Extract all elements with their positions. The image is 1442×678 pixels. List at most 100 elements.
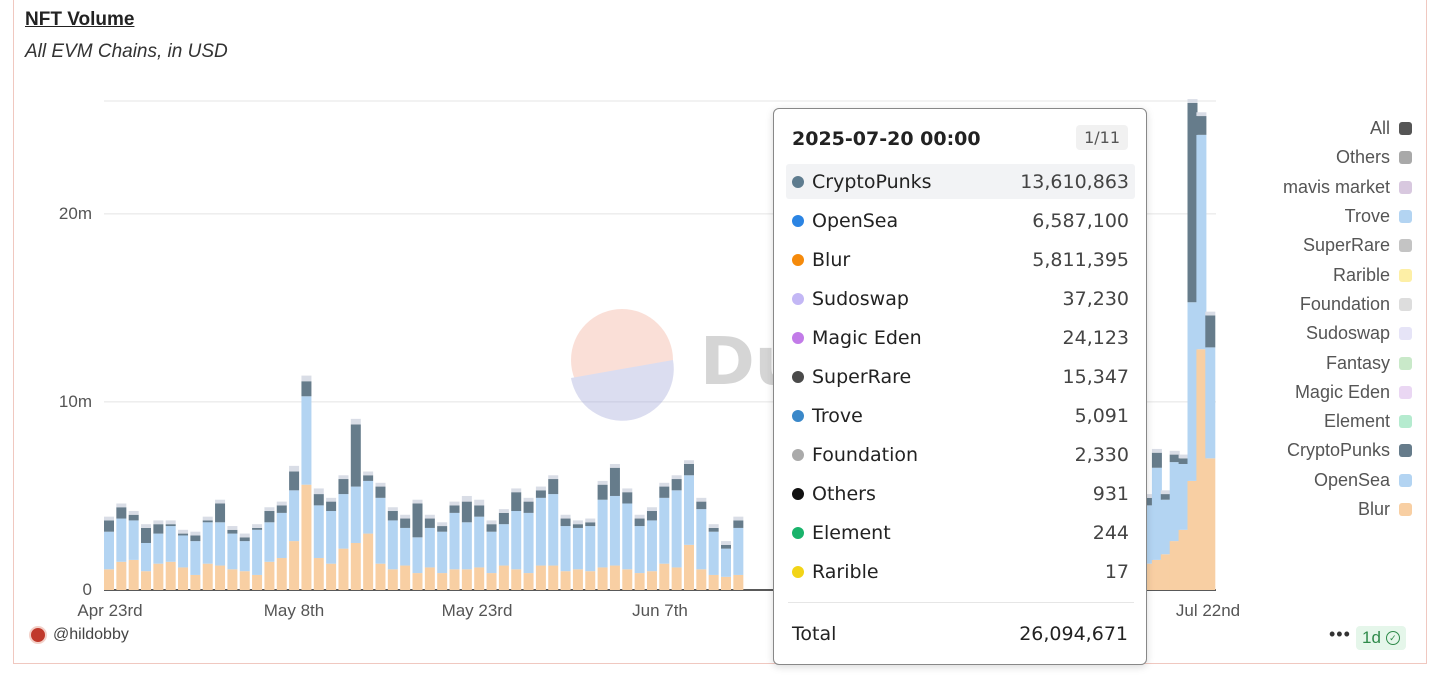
bar-segment-blur — [609, 565, 620, 590]
series-dot-icon — [792, 175, 804, 188]
bar-segment-cryptopunks — [202, 520, 213, 523]
bar-segment-opensea — [239, 541, 250, 572]
bar-segment-opensea — [153, 533, 164, 564]
bar-segment-others — [461, 495, 472, 502]
bar-segment-opensea — [350, 486, 361, 543]
bar-segment-cryptopunks — [572, 524, 583, 528]
legend-label: SuperRare — [1302, 235, 1390, 256]
author-handle: @hildobby — [53, 626, 129, 643]
tooltip-series-name: CryptoPunks — [812, 170, 932, 193]
legend-swatch — [1399, 151, 1412, 165]
tooltip-total-value: 26,094,671 — [1019, 623, 1128, 645]
legend-item[interactable]: Blur — [1182, 495, 1412, 524]
legend-label: Others — [1335, 147, 1390, 168]
x-tick-label: May 23rd — [442, 601, 513, 620]
legend-label: Foundation — [1299, 293, 1390, 314]
legend-item[interactable]: Others — [1182, 143, 1412, 172]
bar-segment-opensea — [597, 499, 608, 568]
series-dot-icon — [792, 214, 804, 227]
bar-segment-cryptopunks — [548, 479, 559, 495]
check-circle-icon: ✓ — [1385, 631, 1400, 645]
bar-segment-others — [634, 514, 645, 519]
bar-segment-blur — [659, 563, 670, 590]
legend-item[interactable]: Sudoswap — [1182, 319, 1412, 348]
bar-segment-cryptopunks — [301, 381, 312, 397]
legend-item[interactable]: Rarible — [1182, 260, 1412, 289]
legend-label: Element — [1323, 411, 1390, 432]
legend-item[interactable]: All — [1182, 114, 1412, 143]
bar-segment-cryptopunks — [560, 518, 571, 527]
tooltip-series-name: Sudoswap — [812, 287, 909, 310]
legend-item[interactable]: OpenSea — [1182, 466, 1412, 495]
bar-segment-opensea — [128, 520, 139, 560]
bar-segment-cryptopunks — [461, 501, 472, 523]
bar-segment-opensea — [400, 527, 411, 566]
ellipsis-icon[interactable]: ••• — [1329, 624, 1351, 645]
bar-segment-cryptopunks — [597, 484, 608, 500]
legend-item[interactable]: Trove — [1182, 202, 1412, 231]
legend-swatch — [1399, 210, 1412, 224]
bar-segment-others — [597, 480, 608, 485]
bar-segment-cryptopunks — [486, 524, 497, 532]
legend-swatch — [1399, 415, 1412, 429]
bar-segment-opensea — [276, 512, 287, 559]
bar-segment-blur — [683, 544, 694, 590]
legend: All Others mavis market Trove SuperRare Rarib… — [1182, 114, 1412, 524]
legend-label: mavis market — [1282, 176, 1390, 197]
bar-segment-opensea — [289, 490, 300, 542]
bar-segment-blur — [178, 567, 189, 590]
bar-segment-blur — [313, 558, 324, 590]
bar-segment-cryptopunks — [128, 514, 139, 521]
x-tick-label: Apr 23rd — [77, 601, 142, 620]
bar-segment-cryptopunks — [178, 533, 189, 536]
legend-swatch — [1399, 444, 1412, 458]
author-link[interactable]: @hildobby — [29, 626, 129, 644]
legend-item[interactable]: CryptoPunks — [1182, 436, 1412, 465]
tooltip-series-value: 6,587,100 — [1032, 209, 1129, 232]
bar-segment-opensea — [486, 531, 497, 574]
bar-segment-others — [659, 482, 670, 487]
bar-segment-others — [511, 488, 522, 493]
bar-segment-blur — [104, 569, 114, 590]
tooltip-series-name: Blur — [812, 248, 851, 271]
bar-segment-cryptopunks — [424, 518, 435, 528]
legend-item[interactable]: Magic Eden — [1182, 378, 1412, 407]
bar-segment-blur — [461, 569, 472, 590]
legend-swatch — [1399, 473, 1412, 487]
legend-label: Blur — [1357, 499, 1390, 519]
bar-segment-cryptopunks — [313, 494, 324, 506]
bar-segment-others — [128, 511, 139, 515]
tooltip-total-row: Total 26,094,671 — [792, 623, 1128, 645]
legend-item[interactable]: Element — [1182, 407, 1412, 436]
refresh-badge[interactable]: 1d ✓ — [1356, 626, 1406, 650]
bar-segment-others — [622, 488, 633, 493]
bar-segment-blur — [696, 569, 707, 590]
bar-segment-cryptopunks — [708, 527, 719, 532]
tooltip-series-name: Magic Eden — [812, 326, 922, 349]
tooltip-series-name: SuperRare — [812, 365, 912, 388]
tooltip-series-name: Trove — [812, 404, 863, 427]
legend-item[interactable]: Fantasy — [1182, 348, 1412, 377]
tooltip-series-name: Foundation — [812, 443, 919, 466]
bar-segment-cryptopunks — [1160, 494, 1171, 500]
bar-segment-cryptopunks — [190, 535, 201, 542]
refresh-interval: 1d — [1362, 628, 1381, 647]
bar-segment-blur — [363, 533, 374, 590]
bar-segment-blur — [646, 571, 657, 590]
bar-segment-others — [350, 418, 361, 425]
tooltip-series-value: 2,330 — [1074, 443, 1129, 466]
bar-segment-cryptopunks — [338, 479, 349, 495]
legend-item[interactable]: Foundation — [1182, 290, 1412, 319]
legend-item[interactable]: SuperRare — [1182, 231, 1412, 260]
legend-item[interactable]: mavis market — [1182, 173, 1412, 202]
bar-segment-opensea — [338, 494, 349, 549]
bar-segment-blur — [486, 573, 497, 590]
bar-segment-opensea — [572, 527, 583, 570]
bar-segment-others — [104, 516, 114, 521]
bar-segment-blur — [560, 571, 571, 590]
bar-segment-others — [1151, 448, 1162, 453]
legend-swatch — [1399, 356, 1412, 370]
bar-segment-others — [338, 475, 349, 480]
bar-segment-cryptopunks — [609, 467, 620, 496]
legend-label: Sudoswap — [1305, 323, 1390, 344]
